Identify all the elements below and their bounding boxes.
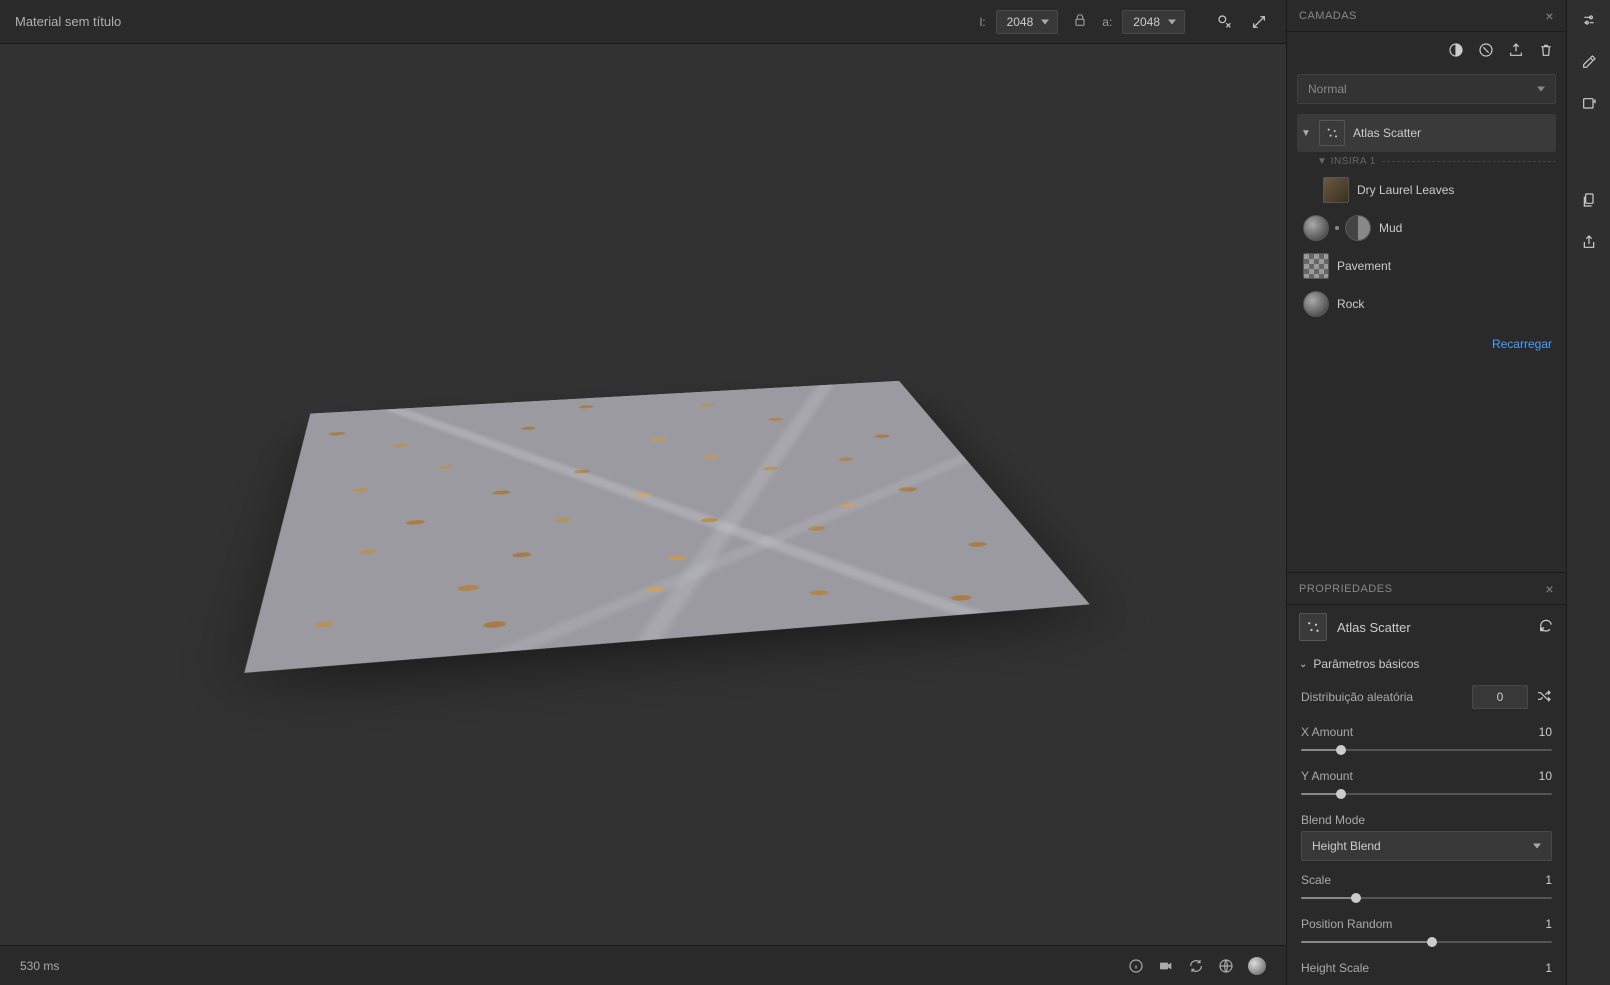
property-thumb [1299,613,1327,641]
trash-icon[interactable] [1538,42,1554,58]
layer-blend-mode-select[interactable]: Normal [1297,74,1556,104]
sphere-preview-icon[interactable] [1248,957,1266,975]
link-dot-icon [1335,226,1339,230]
layers-panel-header: CAMADAS × [1287,0,1566,32]
layer-rock[interactable]: Rock [1297,285,1556,323]
eyedropper-icon[interactable] [1581,54,1597,70]
reload-link[interactable]: Recarregar [1492,337,1552,351]
prop-blend-mode: Blend Mode Height Blend [1287,807,1566,867]
prop-x-amount: X Amount 10 [1287,719,1566,763]
layer-dry-laurel-leaves[interactable]: Dry Laurel Leaves [1297,171,1556,209]
material-preview-plane [244,380,1089,672]
layer-thumb-mud-mask [1345,215,1371,241]
prop-y-amount: Y Amount 10 [1287,763,1566,807]
material-toggle-icon[interactable] [1213,10,1237,34]
y-amount-slider[interactable] [1301,787,1552,801]
prop-scale: Scale 1 [1287,867,1566,911]
properties-title: PROPRIEDADES [1299,583,1392,595]
top-bar: Material sem título l: 2048 a: 2048 [0,0,1286,44]
prop-random-distribution: Distribuição aleatória [1287,679,1566,719]
layer-name: Atlas Scatter [1353,126,1421,140]
property-node-row: Atlas Scatter [1287,605,1566,649]
right-sidebar: CAMADAS × Normal ▼ Atlas Scatter ▼ INSIR… [1286,0,1566,985]
status-bar: 530 ms [0,945,1286,985]
height-select[interactable]: 2048 [1122,10,1185,34]
prop-height-scale: Height Scale 1 [1287,955,1566,985]
scale-slider[interactable] [1301,891,1552,905]
adjustments-icon[interactable] [1478,42,1494,58]
properties-panel-header: PROPRIEDADES × [1287,573,1566,605]
chevron-down-icon: ⌄ [1299,659,1307,670]
layer-thumb-rock [1303,291,1329,317]
layer-expand-caret[interactable]: ▼ [1301,128,1311,139]
blend-mode-select[interactable]: Height Blend [1301,831,1552,861]
documents-icon[interactable] [1581,192,1597,208]
expand-icon[interactable] [1247,10,1271,34]
share-icon[interactable] [1581,234,1597,250]
viewport-3d[interactable] [0,44,1286,945]
layer-atlas-scatter[interactable]: ▼ Atlas Scatter [1297,114,1556,152]
document-title: Material sem título [15,14,980,29]
properties-panel: PROPRIEDADES × Atlas Scatter ⌄ Parâmetro… [1287,572,1566,985]
layer-pavement[interactable]: Pavement [1297,247,1556,285]
section-basic-params[interactable]: ⌄ Parâmetros básicos [1287,649,1566,679]
layer-mud[interactable]: Mud [1297,209,1556,247]
layer-thumb-pavement [1303,253,1329,279]
reset-icon[interactable] [1538,618,1554,637]
insert-section-label[interactable]: ▼ INSIRA 1 [1297,152,1556,171]
add-material-icon[interactable] [1581,96,1597,112]
x-amount-slider[interactable] [1301,743,1552,757]
close-properties-icon[interactable]: × [1545,581,1554,597]
export-icon[interactable] [1508,42,1524,58]
render-time: 530 ms [20,959,59,973]
height-label: a: [1102,15,1112,29]
globe-icon[interactable] [1218,958,1234,974]
width-label: l: [980,15,986,29]
layer-thumb-scatter [1319,120,1345,146]
position-random-slider[interactable] [1301,935,1552,949]
shuffle-icon[interactable] [1536,688,1552,707]
random-dist-input[interactable] [1472,685,1528,709]
refresh-icon[interactable] [1188,958,1204,974]
layers-toolbar [1287,32,1566,68]
lock-icon[interactable] [1068,12,1092,31]
layer-thumb-mud-sphere [1303,215,1329,241]
layer-thumb-leaves [1323,177,1349,203]
right-icon-rail [1566,0,1610,985]
width-select[interactable]: 2048 [996,10,1059,34]
info-icon[interactable] [1128,958,1144,974]
layers-title: CAMADAS [1299,10,1357,22]
sliders-icon[interactable] [1581,12,1597,28]
contrast-icon[interactable] [1448,42,1464,58]
property-node-name: Atlas Scatter [1337,620,1528,635]
camera-icon[interactable] [1158,958,1174,974]
reload-link-row: Recarregar [1287,327,1566,361]
layer-list: ▼ Atlas Scatter ▼ INSIRA 1 Dry Laurel Le… [1287,110,1566,327]
close-layers-icon[interactable]: × [1545,8,1554,24]
prop-position-random: Position Random 1 [1287,911,1566,955]
